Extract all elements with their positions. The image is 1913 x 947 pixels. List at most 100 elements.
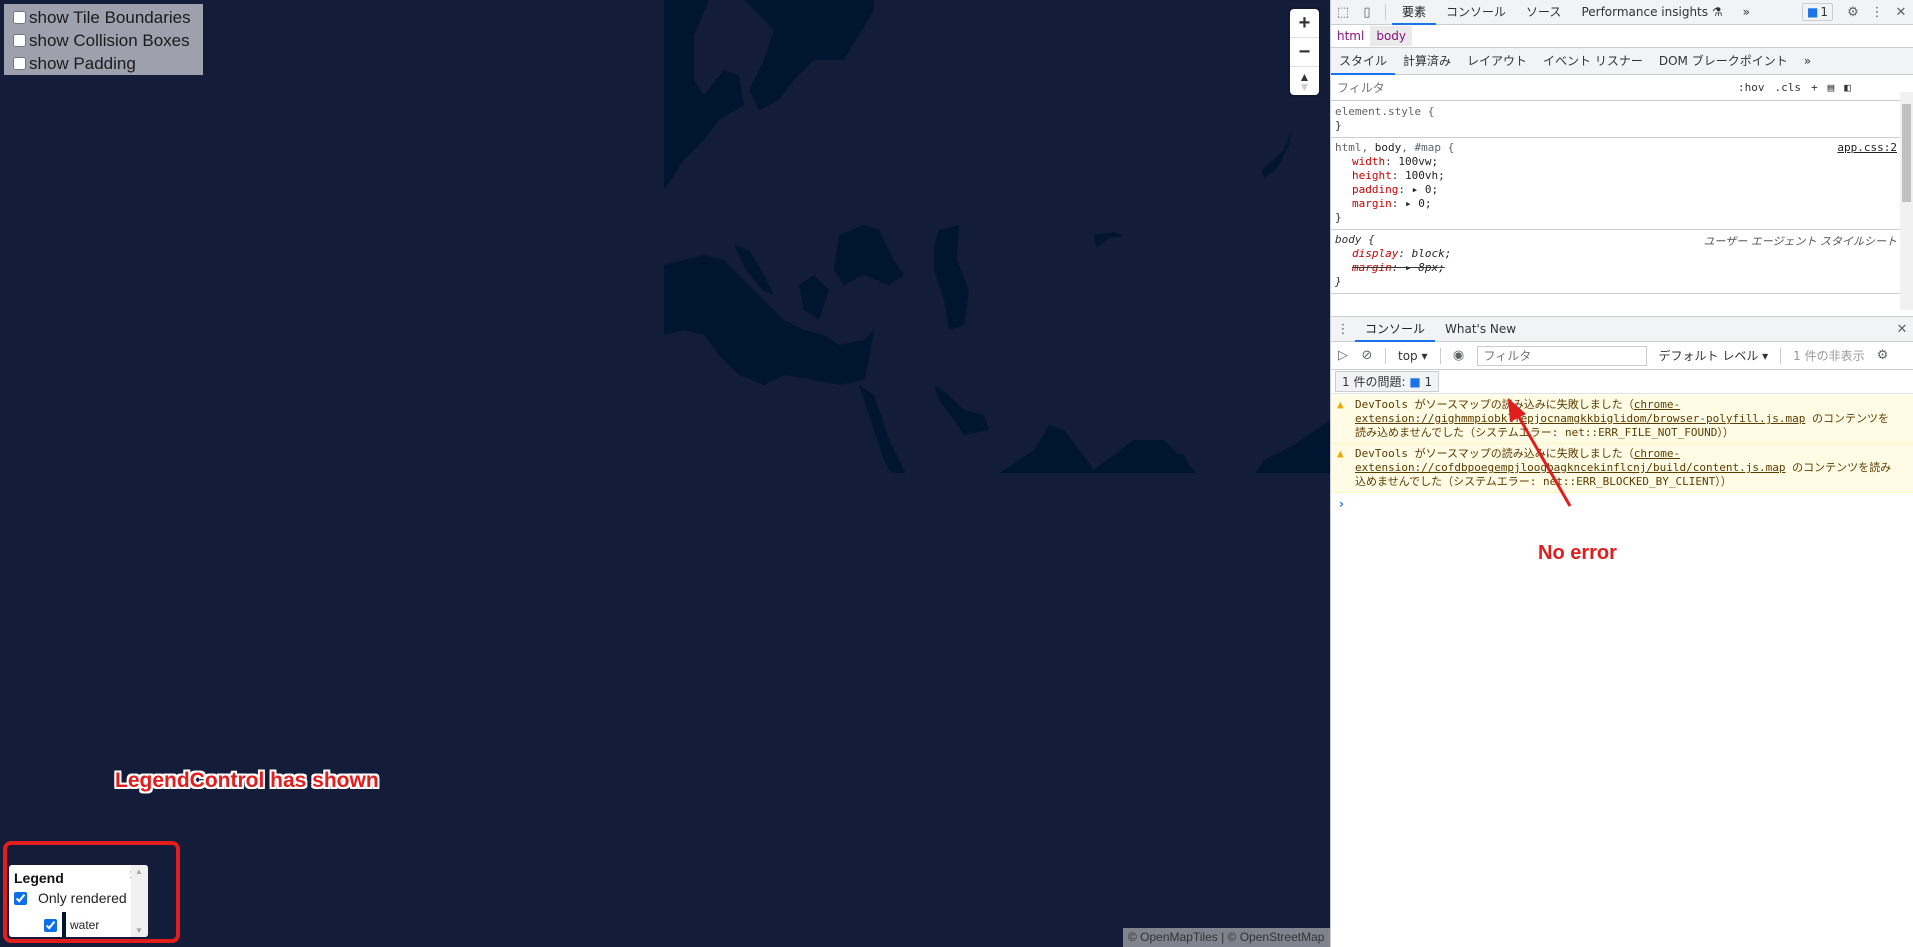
more-tabs-icon[interactable]: » bbox=[1733, 0, 1760, 25]
rule-selector: html, body, #map { bbox=[1335, 141, 1897, 155]
collision-boxes-checkbox[interactable] bbox=[13, 34, 26, 47]
subtab-dom-breakpoints[interactable]: DOM ブレークポイント bbox=[1651, 48, 1796, 75]
tab-sources[interactable]: ソース bbox=[1516, 0, 1571, 25]
close-icon[interactable]: ✕ bbox=[1889, 5, 1913, 20]
gear-icon[interactable]: ⚙ bbox=[1841, 5, 1865, 20]
drawer-close-icon[interactable]: ✕ bbox=[1890, 322, 1913, 337]
value: ▸ 8px; bbox=[1405, 261, 1445, 274]
plus-icon: + bbox=[1298, 11, 1311, 34]
declaration[interactable]: display: block; bbox=[1335, 247, 1897, 261]
rule-close: } bbox=[1335, 211, 1342, 224]
selector-part: html, bbox=[1335, 141, 1375, 154]
warning-icon: ▲ bbox=[1337, 398, 1344, 411]
styles-pane: element.style { } html, body, #map { app… bbox=[1331, 102, 1901, 305]
minus-icon: − bbox=[1298, 40, 1311, 63]
legend-scrollbar[interactable]: ▲ ▼ bbox=[131, 865, 148, 937]
map-canvas[interactable]: show Tile Boundaries show Collision Boxe… bbox=[0, 0, 1330, 947]
message-icon: ■ bbox=[1807, 5, 1819, 19]
tab-elements[interactable]: 要素 bbox=[1392, 0, 1437, 25]
subtab-event-listeners[interactable]: イベント リスナー bbox=[1535, 48, 1651, 75]
issues-count: 1 bbox=[1424, 375, 1433, 389]
debug-option-tile-boundaries[interactable]: show Tile Boundaries bbox=[8, 6, 199, 29]
water-layer-checkbox[interactable] bbox=[44, 918, 57, 932]
divider bbox=[1439, 347, 1441, 364]
styles-scrollbar[interactable] bbox=[1900, 92, 1913, 310]
issues-button[interactable]: 1 件の問題: ■ 1 bbox=[1335, 371, 1440, 392]
subtab-styles[interactable]: スタイル bbox=[1331, 48, 1396, 75]
declaration[interactable]: width: 100vw; bbox=[1335, 155, 1897, 169]
value: ▸ 0; bbox=[1411, 183, 1439, 196]
declaration-overridden[interactable]: margin: ▸ 8px; bbox=[1335, 261, 1897, 275]
scroll-down-icon[interactable]: ▼ bbox=[135, 926, 143, 935]
debug-option-padding[interactable]: show Padding bbox=[8, 52, 199, 75]
paint-icon[interactable]: ▤ bbox=[1823, 81, 1840, 94]
subtab-computed[interactable]: 計算済み bbox=[1395, 48, 1459, 75]
compass-button[interactable]: ▲ ▼ bbox=[1290, 67, 1319, 96]
app: show Tile Boundaries show Collision Boxe… bbox=[0, 0, 1913, 947]
tile-boundaries-checkbox[interactable] bbox=[13, 11, 26, 24]
breadcrumb-body[interactable]: body bbox=[1370, 26, 1413, 46]
padding-checkbox[interactable] bbox=[13, 57, 26, 70]
context-select[interactable]: top ▾ bbox=[1392, 349, 1434, 363]
inspect-element-icon[interactable]: ⬚ bbox=[1331, 5, 1355, 20]
debug-option-collision-boxes[interactable]: show Collision Boxes bbox=[8, 29, 199, 52]
cls-button[interactable]: .cls bbox=[1770, 81, 1807, 94]
rule-source-link[interactable]: app.css:2 bbox=[1837, 141, 1897, 154]
declaration[interactable]: padding: ▸ 0; bbox=[1335, 183, 1897, 197]
debug-option-label: show Tile Boundaries bbox=[29, 7, 191, 27]
console-filter-input[interactable] bbox=[1476, 345, 1647, 366]
message-icon: ■ bbox=[1409, 375, 1421, 389]
compass-south-icon: ▼ bbox=[1298, 79, 1311, 94]
scroll-up-icon[interactable]: ▲ bbox=[135, 867, 143, 876]
subtab-layout[interactable]: レイアウト bbox=[1459, 48, 1535, 75]
clear-console-icon[interactable]: ⊘ bbox=[1355, 348, 1379, 363]
declaration[interactable]: margin: ▸ 0; bbox=[1335, 197, 1897, 211]
message-text: DevTools がソースマップの読み込みに失敗しました（ bbox=[1355, 398, 1634, 411]
console-prompt[interactable]: › bbox=[1339, 497, 1344, 511]
zoom-out-button[interactable]: − bbox=[1290, 38, 1319, 67]
issues-label: 1 件の問題: bbox=[1342, 375, 1406, 389]
console-warning[interactable]: ▲ DevTools がソースマップの読み込みに失敗しました（chrome-ex… bbox=[1331, 395, 1913, 444]
map-tile bbox=[664, 0, 1330, 473]
styles-filter-input[interactable] bbox=[1333, 77, 1733, 98]
issues-badge[interactable]: ■ 1 bbox=[1802, 3, 1833, 21]
kebab-menu-icon[interactable]: ⋮ bbox=[1865, 5, 1889, 20]
scrollbar-thumb[interactable] bbox=[1902, 104, 1911, 202]
tab-console[interactable]: コンソール bbox=[1436, 0, 1516, 25]
sidebar-toggle-icon[interactable]: ▷ bbox=[1331, 348, 1355, 363]
rule-body-user-agent[interactable]: body { ユーザー エージェント スタイルシート display: bloc… bbox=[1331, 230, 1901, 294]
value: 100vh; bbox=[1405, 169, 1445, 182]
console-warning[interactable]: ▲ DevTools がソースマップの読み込みに失敗しました（chrome-ex… bbox=[1331, 444, 1913, 493]
property: height bbox=[1352, 169, 1392, 182]
eye-icon[interactable]: ◉ bbox=[1447, 348, 1471, 363]
zoom-in-button[interactable]: + bbox=[1290, 9, 1319, 38]
log-level-select[interactable]: デフォルト レベル ▾ bbox=[1653, 347, 1775, 364]
declaration[interactable]: height: 100vh; bbox=[1335, 169, 1897, 183]
only-rendered-label: Only rendered bbox=[38, 890, 127, 906]
legend-layer-water[interactable]: water bbox=[44, 912, 99, 937]
only-rendered-checkbox[interactable] bbox=[14, 891, 27, 905]
new-rule-icon[interactable]: + bbox=[1806, 81, 1823, 94]
rule-html-body-map[interactable]: html, body, #map { app.css:2 width: 100v… bbox=[1331, 138, 1901, 230]
styles-subtabs: スタイル 計算済み レイアウト イベント リスナー DOM ブレークポイント » bbox=[1331, 48, 1913, 75]
toggle-sidebar-icon[interactable]: ◧ bbox=[1839, 81, 1856, 94]
console-settings-icon[interactable]: ⚙ bbox=[1871, 348, 1895, 363]
hov-button[interactable]: :hov bbox=[1733, 81, 1770, 94]
property: display bbox=[1352, 247, 1399, 260]
rule-element-style[interactable]: element.style { } bbox=[1331, 102, 1901, 138]
drawer-menu-icon[interactable]: ⋮ bbox=[1331, 322, 1355, 337]
device-toolbar-icon[interactable]: ▯ bbox=[1355, 5, 1379, 20]
drawer-tab-console[interactable]: コンソール bbox=[1355, 317, 1436, 342]
devtools-panel: ⬚ ▯ 要素 コンソール ソース Performance insights ⚗ … bbox=[1330, 0, 1913, 947]
drawer-tab-whats-new[interactable]: What's New bbox=[1435, 317, 1526, 342]
legend-title: Legend bbox=[14, 870, 64, 886]
map-attribution[interactable]: © OpenMapTiles | © OpenStreetMap bbox=[1123, 928, 1330, 947]
annotation-no-error: No error bbox=[1538, 542, 1617, 564]
more-subtabs-icon[interactable]: » bbox=[1796, 48, 1819, 75]
rule-source-user-agent: ユーザー エージェント スタイルシート bbox=[1703, 235, 1897, 248]
tab-performance-insights[interactable]: Performance insights ⚗ bbox=[1571, 0, 1732, 25]
breadcrumb-html[interactable]: html bbox=[1331, 26, 1370, 46]
water-color-swatch bbox=[62, 912, 66, 937]
only-rendered-option[interactable]: Only rendered bbox=[14, 890, 127, 906]
debug-options-panel: show Tile Boundaries show Collision Boxe… bbox=[4, 4, 203, 75]
